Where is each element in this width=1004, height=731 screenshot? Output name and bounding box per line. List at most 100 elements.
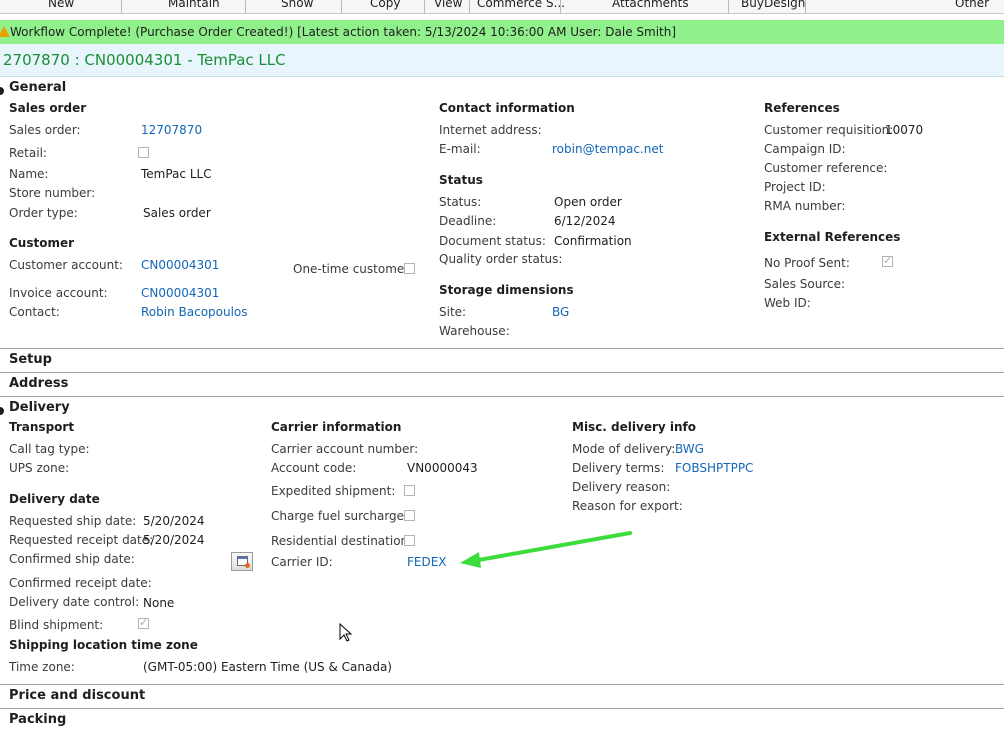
section-expanded-icon bbox=[0, 407, 4, 415]
group-delivery-date: Delivery date bbox=[9, 492, 100, 506]
delivery-date-control-label: Delivery date control: bbox=[9, 595, 140, 609]
ribbon-separator bbox=[424, 0, 425, 13]
group-storage-dimensions: Storage dimensions bbox=[439, 283, 574, 297]
account-code-label: Account code: bbox=[271, 461, 357, 475]
group-customer: Customer bbox=[9, 236, 75, 250]
mode-of-delivery-link[interactable]: BWG bbox=[675, 442, 704, 456]
sales-order-label: Sales order: bbox=[9, 123, 81, 137]
sales-order-link[interactable]: 12707870 bbox=[141, 123, 202, 137]
requested-ship-date-label: Requested ship date: bbox=[9, 514, 137, 528]
blind-shipment-checkbox[interactable] bbox=[138, 616, 149, 629]
carrier-account-number-label: Carrier account number: bbox=[271, 442, 419, 456]
account-code-value[interactable]: VN0000043 bbox=[407, 461, 478, 475]
expedited-shipment-label: Expedited shipment: bbox=[271, 484, 396, 498]
ribbon-separator bbox=[245, 0, 246, 13]
one-time-customer-label: One-time customer: bbox=[293, 262, 414, 276]
ribbon-tab-view[interactable]: View bbox=[434, 0, 462, 10]
email-link[interactable]: robin@tempac.net bbox=[552, 142, 663, 156]
group-misc-delivery-info: Misc. delivery info bbox=[572, 420, 697, 434]
ups-zone-label: UPS zone: bbox=[9, 461, 70, 475]
delivery-terms-link[interactable]: FOBSHPTPPC bbox=[675, 461, 753, 475]
mouse-pointer-icon bbox=[339, 623, 353, 642]
calendar-picker-button[interactable] bbox=[231, 552, 253, 571]
one-time-customer-checkbox[interactable] bbox=[404, 263, 415, 274]
document-status-value: Confirmation bbox=[554, 234, 632, 248]
ribbon-tab-other[interactable]: Other bbox=[955, 0, 989, 10]
delivery-terms-label: Delivery terms: bbox=[572, 461, 665, 475]
carrier-id-link[interactable]: FEDEX bbox=[407, 555, 447, 569]
section-price-discount-header[interactable]: Price and discount bbox=[9, 688, 145, 703]
ribbon-tab-copy[interactable]: Copy bbox=[370, 0, 400, 10]
group-contact-information: Contact information bbox=[439, 101, 575, 115]
section-setup-header[interactable]: Setup bbox=[9, 352, 52, 367]
expedited-shipment-checkbox[interactable] bbox=[404, 485, 415, 496]
carrier-id-label: Carrier ID: bbox=[271, 555, 333, 569]
no-proof-sent-label: No Proof Sent: bbox=[764, 256, 850, 270]
web-id-label: Web ID: bbox=[764, 296, 811, 310]
sales-source-label: Sales Source: bbox=[764, 277, 846, 291]
name-label: Name: bbox=[9, 167, 49, 181]
confirmed-receipt-date-label: Confirmed receipt date: bbox=[9, 576, 152, 590]
site-link[interactable]: BG bbox=[552, 305, 569, 319]
order-type-value[interactable]: Sales order bbox=[143, 206, 211, 220]
section-divider bbox=[0, 396, 1004, 397]
requested-receipt-date-label: Requested receipt date: bbox=[9, 533, 154, 547]
contact-link[interactable]: Robin Bacopoulos bbox=[141, 305, 248, 319]
ribbon-tab-new[interactable]: New bbox=[48, 0, 74, 10]
ribbon-separator bbox=[341, 0, 342, 13]
order-type-label: Order type: bbox=[9, 206, 78, 220]
invoice-account-link[interactable]: CN00004301 bbox=[141, 286, 219, 300]
customer-reference-label: Customer reference: bbox=[764, 161, 888, 175]
record-title-bar: 2707870 : CN00004301 - TemPac LLC bbox=[0, 44, 1004, 77]
action-ribbon: New Maintain Show Copy View Commerce S..… bbox=[0, 0, 1004, 14]
contact-label: Contact: bbox=[9, 305, 60, 319]
requested-receipt-date-value[interactable]: 5/20/2024 bbox=[143, 533, 205, 547]
ribbon-tab-attachments[interactable]: Attachments bbox=[612, 0, 689, 10]
workflow-banner: Workflow Complete! (Purchase Order Creat… bbox=[0, 20, 1004, 44]
ribbon-separator bbox=[560, 0, 561, 13]
name-value[interactable]: TemPac LLC bbox=[141, 167, 212, 181]
ribbon-tab-show[interactable]: Show bbox=[281, 0, 313, 10]
confirmed-ship-date-label: Confirmed ship date: bbox=[9, 552, 135, 566]
charge-fuel-surcharge-checkbox[interactable] bbox=[404, 510, 415, 521]
workflow-status-text: Workflow Complete! (Purchase Order Creat… bbox=[10, 25, 677, 39]
time-zone-value[interactable]: (GMT-05:00) Eastern Time (US & Canada) bbox=[143, 660, 392, 674]
project-id-label: Project ID: bbox=[764, 180, 826, 194]
ribbon-tab-buydesign[interactable]: BuyDesign bbox=[741, 0, 805, 10]
section-expanded-icon bbox=[0, 87, 4, 95]
section-divider bbox=[0, 708, 1004, 709]
ribbon-tab-commerce[interactable]: Commerce S... bbox=[477, 0, 565, 10]
campaign-id-label: Campaign ID: bbox=[764, 142, 846, 156]
section-general-header[interactable]: General bbox=[9, 80, 66, 95]
customer-account-link[interactable]: CN00004301 bbox=[141, 258, 219, 272]
customer-requisition-value[interactable]: 10070 bbox=[885, 123, 923, 137]
ribbon-separator bbox=[469, 0, 470, 13]
group-sales-order: Sales order bbox=[9, 101, 87, 115]
store-number-label: Store number: bbox=[9, 186, 96, 200]
ribbon-separator bbox=[121, 0, 122, 13]
delivery-date-control-value[interactable]: None bbox=[143, 596, 174, 610]
section-address-header[interactable]: Address bbox=[9, 376, 68, 391]
mode-of-delivery-label: Mode of delivery: bbox=[572, 442, 676, 456]
retail-checkbox[interactable] bbox=[138, 147, 149, 158]
requested-ship-date-value[interactable]: 5/20/2024 bbox=[143, 514, 205, 528]
customer-account-label: Customer account: bbox=[9, 258, 123, 272]
status-value: Open order bbox=[554, 195, 622, 209]
no-proof-sent-checkbox[interactable] bbox=[882, 254, 893, 267]
document-status-label: Document status: bbox=[439, 234, 546, 248]
group-carrier-information: Carrier information bbox=[271, 420, 402, 434]
section-divider bbox=[0, 372, 1004, 373]
residential-destination-checkbox[interactable] bbox=[404, 535, 415, 546]
ribbon-separator bbox=[728, 0, 729, 13]
section-divider bbox=[0, 348, 1004, 349]
blind-shipment-label: Blind shipment: bbox=[9, 618, 104, 632]
section-packing-header[interactable]: Packing bbox=[9, 712, 66, 727]
ribbon-tab-maintain[interactable]: Maintain bbox=[168, 0, 220, 10]
group-external-references: External References bbox=[764, 230, 901, 244]
time-zone-label: Time zone: bbox=[9, 660, 75, 674]
section-delivery-header[interactable]: Delivery bbox=[9, 400, 70, 415]
warning-icon bbox=[0, 26, 10, 37]
deadline-value: 6/12/2024 bbox=[554, 214, 616, 228]
warehouse-label: Warehouse: bbox=[439, 324, 510, 338]
customer-requisition-label: Customer requisition: bbox=[764, 123, 894, 137]
